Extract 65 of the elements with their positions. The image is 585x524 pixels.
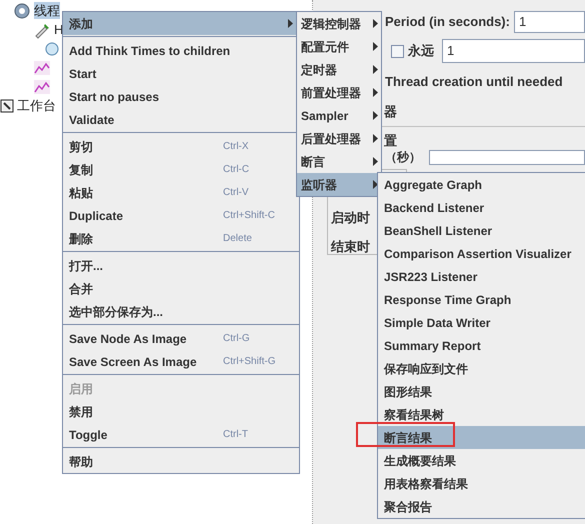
menu-item[interactable]: Comparison Assertion Visualizer bbox=[378, 242, 585, 265]
menu-item[interactable]: Save Node As Image Ctrl-G bbox=[63, 327, 299, 350]
menu-item[interactable]: 后置处理器 bbox=[297, 127, 381, 150]
menu-item[interactable]: 生成概要结果 bbox=[378, 449, 585, 472]
menu-item[interactable]: 选中部分保存为... bbox=[63, 300, 299, 323]
submenu-arrow-icon bbox=[373, 111, 378, 120]
submenu-arrow-icon bbox=[373, 88, 378, 97]
submenu-arrow-icon bbox=[373, 65, 378, 74]
menu-item[interactable]: 帮助 bbox=[63, 450, 299, 473]
loop-field[interactable]: 1 bbox=[442, 39, 585, 63]
period-label: Period (in seconds): bbox=[385, 13, 510, 32]
menu-item[interactable]: 添加 bbox=[63, 12, 299, 35]
menu-item[interactable]: Validate bbox=[63, 108, 299, 131]
menu-item[interactable]: Sampler bbox=[297, 104, 381, 127]
submenu-arrow-icon bbox=[373, 157, 378, 166]
menu-item[interactable]: 禁用 bbox=[63, 400, 299, 423]
tree-item[interactable]: 工作台 bbox=[17, 97, 56, 114]
menu-item[interactable]: 图形结果 bbox=[378, 380, 585, 403]
menu-item[interactable]: BeanShell Listener bbox=[378, 219, 585, 242]
submenu-arrow-icon bbox=[373, 180, 378, 189]
menu-item[interactable]: Summary Report bbox=[378, 334, 585, 357]
duration-label: （秒） bbox=[385, 150, 421, 164]
submenu-arrow-icon bbox=[373, 19, 378, 28]
menu-item[interactable]: Start no pauses bbox=[63, 85, 299, 108]
submenu-arrow-icon bbox=[373, 42, 378, 51]
menu-item[interactable]: 打开... bbox=[63, 254, 299, 277]
menu-item[interactable]: 断言结果 bbox=[378, 426, 585, 449]
menu-item[interactable]: Aggregate Graph bbox=[378, 173, 585, 196]
menu-item[interactable]: Duplicate Ctrl+Shift-C bbox=[63, 204, 299, 227]
circle-icon bbox=[45, 42, 59, 56]
menu-item[interactable]: 合并 bbox=[63, 277, 299, 300]
forever-label: 永远 bbox=[408, 42, 434, 60]
menu-item[interactable]: Response Time Graph bbox=[378, 288, 585, 311]
menu-item[interactable]: 用表格察看结果 bbox=[378, 472, 585, 495]
menu-item[interactable]: 逻辑控制器 bbox=[297, 12, 381, 35]
menu-item[interactable]: 察看结果树 bbox=[378, 403, 585, 426]
thread-creation-label: Thread creation until needed bbox=[384, 73, 564, 91]
duration-field[interactable] bbox=[429, 150, 585, 164]
menu-item[interactable]: 保存响应到文件 bbox=[378, 357, 585, 380]
menu-item[interactable]: 聚合报告 bbox=[378, 495, 585, 518]
menu-item[interactable]: 粘贴 Ctrl-V bbox=[63, 181, 299, 204]
section-label: 置 bbox=[384, 132, 397, 148]
menu-item[interactable]: 断言 bbox=[297, 150, 381, 173]
menu-item[interactable]: 定时器 bbox=[297, 58, 381, 81]
forever-checkbox[interactable] bbox=[391, 44, 404, 58]
tree-item[interactable]: 线程 bbox=[34, 2, 60, 19]
menu-item[interactable]: Simple Data Writer bbox=[378, 311, 585, 334]
chart-icon bbox=[33, 78, 51, 94]
chart-icon bbox=[33, 60, 51, 76]
section-label: 器 bbox=[384, 104, 397, 120]
submenu-arrow-icon bbox=[373, 134, 378, 143]
workbench-icon bbox=[0, 98, 14, 112]
menu-item[interactable]: Add Think Times to children bbox=[63, 39, 299, 62]
submenu-arrow-icon bbox=[288, 19, 293, 28]
menu-item[interactable]: 剪切 Ctrl-X bbox=[63, 135, 299, 158]
menu-item[interactable]: 前置处理器 bbox=[297, 81, 381, 104]
menu-item[interactable]: Backend Listener bbox=[378, 196, 585, 219]
menu-item[interactable]: 复制 Ctrl-C bbox=[63, 158, 299, 181]
menu-item[interactable]: Toggle Ctrl-T bbox=[63, 423, 299, 446]
period-field[interactable]: 1 bbox=[514, 11, 585, 33]
menu-item[interactable]: JSR223 Listener bbox=[378, 265, 585, 288]
menu-item[interactable]: Start bbox=[63, 62, 299, 85]
menu-item[interactable]: 配置元件 bbox=[297, 35, 381, 58]
menu-item[interactable]: Save Screen As Image Ctrl+Shift-G bbox=[63, 350, 299, 373]
menu-item[interactable]: 删除 Delete bbox=[63, 227, 299, 250]
